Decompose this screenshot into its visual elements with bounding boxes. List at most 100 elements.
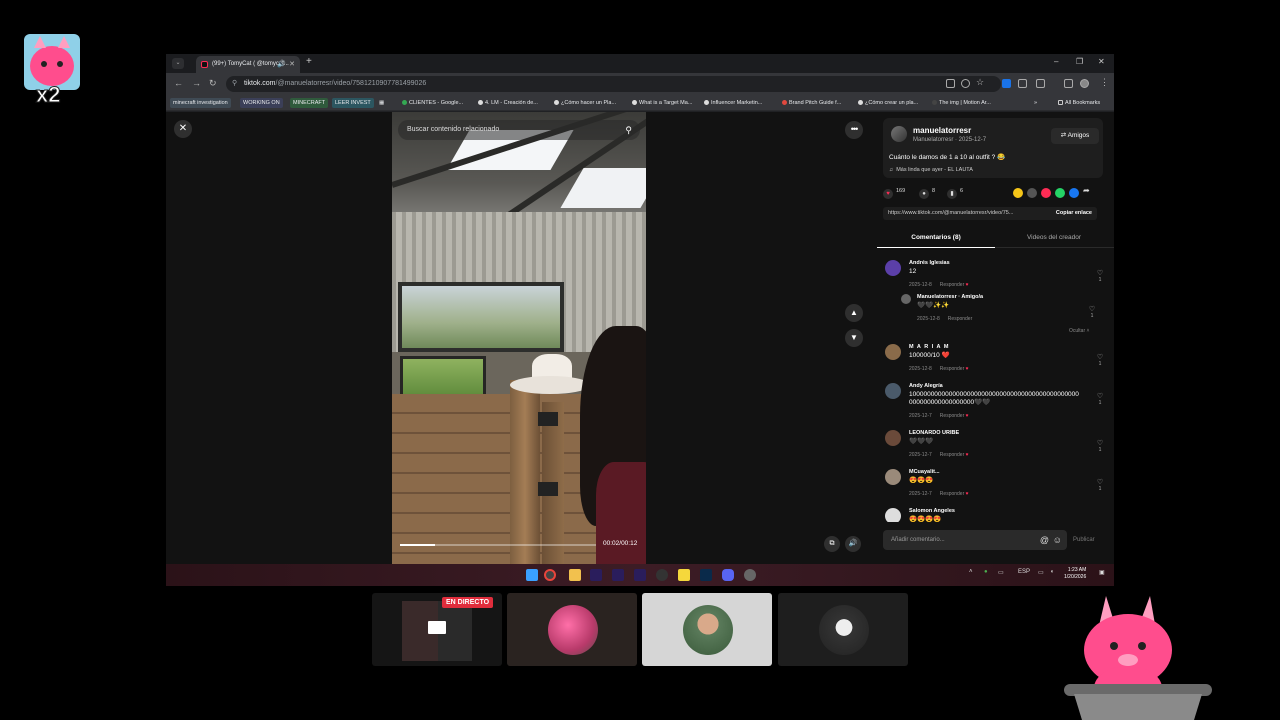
- tray-app-icon[interactable]: ▭: [998, 569, 1004, 576]
- reply-button[interactable]: Responder: [940, 282, 964, 288]
- menu-kebab-icon[interactable]: ⋮: [1100, 77, 1109, 88]
- commenter-avatar[interactable]: [885, 260, 901, 276]
- bookmark-star-icon[interactable]: ☆: [976, 77, 984, 88]
- share-more-icon[interactable]: ➦: [1083, 186, 1090, 195]
- picture-in-picture-icon[interactable]: ⧉: [824, 536, 840, 552]
- site-info-icon[interactable]: ⚲: [232, 76, 237, 92]
- commenter-avatar[interactable]: [885, 383, 901, 399]
- comment-button[interactable]: ● 8: [919, 188, 935, 199]
- friends-button[interactable]: ⇄ Amigos: [1051, 128, 1099, 144]
- bookmark-item[interactable]: WORKING ON: [240, 98, 283, 108]
- tab-search-icon[interactable]: ⌄: [172, 58, 184, 69]
- participant-tile[interactable]: [642, 593, 772, 666]
- comment-like-button[interactable]: ♡ 1: [1087, 306, 1097, 320]
- comment-like-button[interactable]: ♡ 1: [1095, 440, 1105, 454]
- obs-icon[interactable]: [656, 569, 668, 581]
- commenter-name[interactable]: MCuayalit...: [909, 469, 940, 475]
- sticky-notes-icon[interactable]: [678, 569, 690, 581]
- next-video-icon[interactable]: ▼: [845, 329, 863, 347]
- commenter-name[interactable]: LEONARDO URIBE: [909, 430, 959, 436]
- add-comment-input[interactable]: Añadir comentario... @ ☺: [883, 530, 1067, 550]
- file-explorer-icon[interactable]: [569, 569, 581, 581]
- input-language[interactable]: ESP: [1018, 569, 1030, 575]
- reload-icon[interactable]: ↻: [209, 78, 217, 89]
- address-bar[interactable]: ⚲ tiktok.com/@manuelatorresr/video/75812…: [226, 76, 1001, 92]
- comment-like-button[interactable]: ♡ 1: [1095, 393, 1105, 407]
- back-icon[interactable]: ←: [174, 78, 183, 88]
- bookmark-item[interactable]: Brand Pitch Guide f...: [782, 98, 841, 108]
- author-username[interactable]: manuelatorresr: [913, 126, 971, 135]
- hide-replies-link[interactable]: Ocultar ˄: [1069, 328, 1089, 334]
- volume-icon[interactable]: 🔊: [845, 536, 861, 552]
- bookmark-item[interactable]: minecraft investigation: [170, 98, 231, 108]
- photoshop-icon[interactable]: [700, 569, 712, 581]
- bookmark-item[interactable]: LEER INVEST: [332, 98, 374, 108]
- extension-icon[interactable]: [1002, 79, 1011, 88]
- mic-icon[interactable]: ●: [984, 569, 988, 575]
- previous-video-icon[interactable]: ▲: [845, 304, 863, 322]
- participant-tile-live[interactable]: EN DIRECTO: [372, 593, 502, 666]
- author-avatar[interactable]: [891, 126, 907, 142]
- comment-like-button[interactable]: ♡ 1: [1095, 479, 1105, 493]
- commenter-name[interactable]: Manuelatorresr · Amigo/a: [917, 294, 983, 300]
- participant-tile[interactable]: [507, 593, 637, 666]
- bookmarks-overflow-icon[interactable]: »: [1034, 98, 1037, 108]
- after-effects-icon[interactable]: [612, 569, 624, 581]
- comment-like-button[interactable]: ♡ 1: [1095, 354, 1105, 368]
- tab-audio-icon[interactable]: 🔊: [277, 56, 286, 73]
- commenter-avatar[interactable]: [885, 430, 901, 446]
- settings-icon[interactable]: [744, 569, 756, 581]
- commenter-avatar[interactable]: [901, 294, 911, 304]
- bookmark-item[interactable]: The img | Motion Ar...: [932, 98, 991, 108]
- emoji-icon[interactable]: ☺: [1053, 530, 1062, 550]
- start-icon[interactable]: [526, 569, 538, 581]
- commenter-avatar[interactable]: [885, 469, 901, 485]
- extension2-icon[interactable]: [1018, 79, 1027, 88]
- tab-creator-videos[interactable]: Videos del creador: [995, 234, 1113, 241]
- tab-close-icon[interactable]: ✕: [289, 56, 295, 73]
- new-tab-icon[interactable]: +: [306, 56, 312, 67]
- system-clock[interactable]: 1:23 AM 1/20/2026: [1064, 567, 1086, 581]
- extensions-puzzle-icon[interactable]: [1036, 79, 1045, 88]
- commenter-avatar[interactable]: [885, 344, 901, 360]
- bookmark-item[interactable]: 4. LM - Creación de...: [478, 98, 538, 108]
- install-icon[interactable]: [946, 79, 955, 88]
- discord-icon[interactable]: [722, 569, 734, 581]
- publish-button[interactable]: Publicar: [1073, 537, 1095, 543]
- share-emoji-icon[interactable]: [1013, 188, 1023, 198]
- reply-button[interactable]: Responder: [940, 366, 964, 372]
- reply-button[interactable]: Responder: [940, 452, 964, 458]
- reply-button[interactable]: Responder: [940, 491, 964, 497]
- zoom-icon[interactable]: [961, 79, 970, 88]
- media-encoder-icon[interactable]: [634, 569, 646, 581]
- video-frame[interactable]: Buscar contenido relacionado ⚲ 00:02/00:…: [392, 112, 646, 564]
- bookmark-item[interactable]: CLIENTES - Google...: [402, 98, 463, 108]
- browser-tab-active[interactable]: (99+) TomyCat ( @tomycat... 🔊 ✕: [196, 56, 300, 73]
- bookmark-item[interactable]: Influencer Marketin...: [704, 98, 762, 108]
- more-options-icon[interactable]: •••: [845, 121, 863, 139]
- save-button[interactable]: ▮ 6: [947, 188, 963, 199]
- window-close-icon[interactable]: ✕: [1098, 57, 1105, 66]
- commenter-name[interactable]: Salomon Angeles: [909, 508, 955, 514]
- close-video-button[interactable]: ✕: [174, 120, 192, 138]
- search-icon[interactable]: ⚲: [625, 120, 632, 140]
- share-friends-icon[interactable]: [1041, 188, 1051, 198]
- tab-comments[interactable]: Comentarios (8): [877, 234, 995, 248]
- bookmark-item[interactable]: ¿Cómo hacer un Pla...: [554, 98, 616, 108]
- tray-overflow-icon[interactable]: ˄: [969, 569, 973, 575]
- speaker-icon[interactable]: ◖: [1050, 569, 1054, 575]
- commenter-name[interactable]: Andy Alegría: [909, 383, 943, 389]
- copy-link-button[interactable]: Copiar enlace: [1050, 207, 1097, 220]
- forward-icon[interactable]: →: [192, 78, 201, 88]
- commenter-name[interactable]: Andrés Iglesias: [909, 260, 950, 266]
- mention-icon[interactable]: @: [1040, 530, 1049, 550]
- bookmark-item[interactable]: MINECRAFT: [290, 98, 329, 108]
- premiere-icon[interactable]: [590, 569, 602, 581]
- notifications-icon[interactable]: ▣: [1099, 569, 1105, 576]
- minimize-icon[interactable]: –: [1054, 57, 1058, 66]
- profile-avatar-icon[interactable]: [1080, 79, 1089, 88]
- comment-like-button[interactable]: ♡ 1: [1095, 270, 1105, 284]
- apps-grid-icon[interactable]: ▦: [379, 98, 384, 108]
- share-whatsapp-icon[interactable]: [1055, 188, 1065, 198]
- bookmark-item[interactable]: ¿Cómo crear un pla...: [858, 98, 918, 108]
